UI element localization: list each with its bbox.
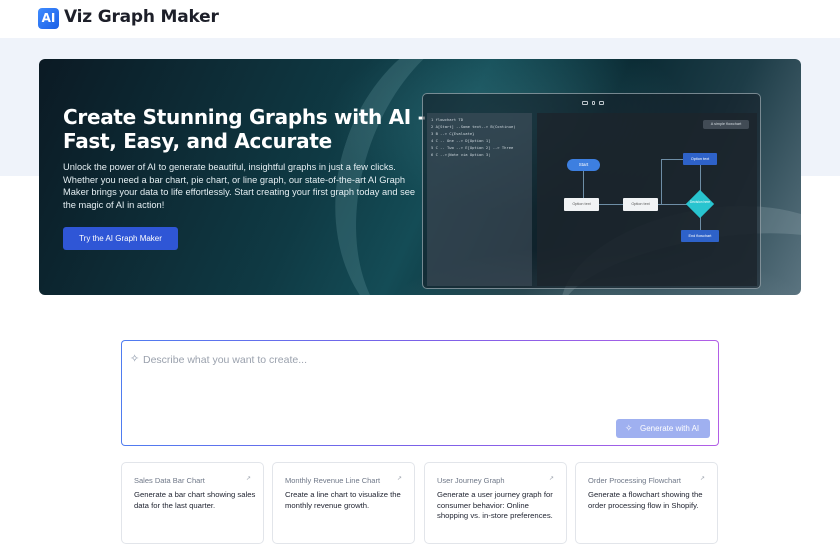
code-line: 5 C -- Two --> E[Option 2] --> Three: [431, 145, 514, 150]
flowchart-end-node: End flowchart: [681, 230, 719, 242]
code-line: 3 B --> C{Evaluate}: [431, 131, 475, 136]
connector-line: [700, 165, 701, 193]
arrow-icon: ↗: [699, 476, 705, 482]
prompt-box-inner: ✧ ✧ Generate with AI: [122, 341, 718, 445]
tablet-icon: [599, 101, 604, 105]
code-editor-panel: 1 flowchart TD 2 A[Start] --Some text-->…: [427, 113, 532, 286]
card-description: Generate a flowchart showing the order p…: [588, 490, 703, 510]
mobile-icon: [592, 101, 595, 105]
sparkle-icon: ✧: [625, 423, 633, 433]
logo-icon[interactable]: AI: [38, 8, 59, 29]
example-card-revenue-line-chart[interactable]: Monthly Revenue Line Chart ↗ Create a li…: [272, 462, 415, 544]
connector-line: [700, 216, 701, 230]
brand-name[interactable]: Viz Graph Maker: [64, 7, 219, 27]
hero-title: Create Stunning Graphs with AI - Fast, E…: [63, 105, 426, 153]
flowchart-option-node: Option text: [623, 198, 658, 211]
generate-button-label: Generate with AI: [640, 424, 700, 433]
prompt-box: ✧ ✧ Generate with AI: [121, 340, 719, 446]
example-card-sales-bar-chart[interactable]: Sales Data Bar Chart ↗ Generate a bar ch…: [121, 462, 264, 544]
arrow-icon: ↗: [396, 476, 402, 482]
card-title: Monthly Revenue Line Chart: [285, 476, 381, 485]
flowchart-option-node: Option text: [564, 198, 599, 211]
flowchart-decision-node: [685, 189, 715, 219]
arrow-icon: ↗: [548, 476, 554, 482]
example-card-user-journey-graph[interactable]: User Journey Graph ↗ Generate a user jou…: [424, 462, 567, 544]
card-description: Generate a user journey graph for consum…: [437, 490, 553, 520]
mockup-toolbar: [423, 94, 760, 112]
code-line: 6 C -->|Note via Option 3|: [431, 152, 491, 157]
card-title: User Journey Graph: [437, 476, 505, 485]
flowchart-option-node: Option text: [683, 153, 717, 165]
sparkle-icon: ✧: [130, 353, 140, 365]
flowchart-start-node: Start: [567, 159, 600, 171]
code-line: 4 C -- One --> D[Option 1]: [431, 138, 491, 143]
card-description: Generate a bar chart showing sales data …: [134, 490, 256, 510]
code-line: 2 A[Start] --Some text--> B(Continue): [431, 124, 516, 129]
card-description: Create a line chart to visualize the mon…: [285, 490, 401, 510]
card-title: Order Processing Flowchart: [588, 476, 681, 485]
mockup-title-pill: A simple flowchart: [703, 120, 749, 129]
desktop-icon: [582, 101, 588, 105]
code-line: 1 flowchart TD: [431, 117, 464, 122]
top-header: AI Viz Graph Maker: [0, 0, 840, 38]
card-title: Sales Data Bar Chart: [134, 476, 205, 485]
connector-line: [661, 159, 662, 204]
try-graph-maker-button[interactable]: Try the AI Graph Maker: [63, 227, 178, 250]
flowchart-decision-label: Decision here: [689, 200, 711, 204]
editor-preview-mockup: 1 flowchart TD 2 A[Start] --Some text-->…: [422, 93, 761, 289]
generate-with-ai-button[interactable]: ✧ Generate with AI: [616, 419, 710, 438]
hero-description: Unlock the power of AI to generate beaut…: [63, 162, 416, 210]
hero-banner: Create Stunning Graphs with AI - Fast, E…: [39, 59, 801, 295]
prompt-input[interactable]: [143, 351, 703, 369]
example-card-order-flowchart[interactable]: Order Processing Flowchart ↗ Generate a …: [575, 462, 718, 544]
flowchart-preview-panel: A simple flowchart Start Option text Opt…: [537, 113, 757, 286]
arrow-icon: ↗: [245, 476, 251, 482]
